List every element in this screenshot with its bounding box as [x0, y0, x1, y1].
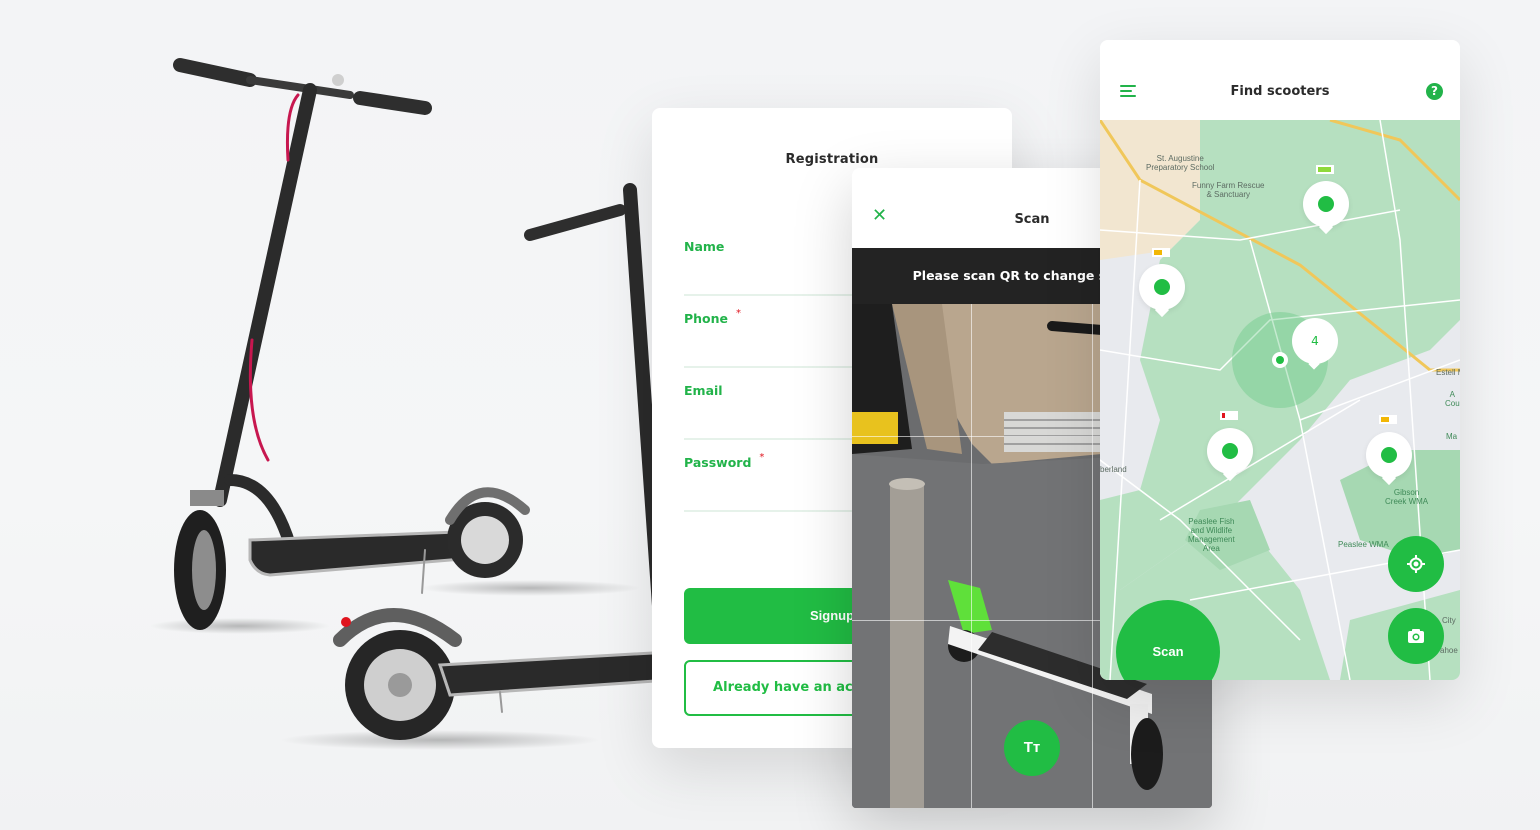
front-scooter: [173, 58, 530, 630]
required-marker: *: [759, 452, 765, 463]
scooter-map-pin[interactable]: [1303, 181, 1349, 227]
camera-button[interactable]: [1388, 608, 1444, 664]
scooter-dot: [1154, 279, 1170, 295]
map-place-label: St. Augustine Preparatory School: [1146, 154, 1215, 172]
scooter-dot: [1381, 447, 1397, 463]
map-place-label: Gibson Creek WMA: [1385, 488, 1429, 506]
registration-title: Registration: [785, 152, 879, 167]
map-place-label: Estell M: [1436, 368, 1460, 377]
enter-code-text-button[interactable]: Tт: [1004, 720, 1060, 776]
locate-target-icon: [1407, 555, 1425, 573]
scooter-shadow: [150, 618, 330, 634]
map-header: Find scooters ?: [1100, 40, 1460, 120]
map-place-label: Peaslee WMA: [1338, 540, 1389, 549]
battery-indicator: [1316, 165, 1334, 174]
scooter-map-pin[interactable]: [1366, 432, 1412, 478]
back-scooter: [333, 183, 670, 740]
scooter-shadow: [280, 730, 600, 750]
map-view[interactable]: St. Augustine Preparatory School Funny Fa…: [1100, 118, 1460, 680]
scan-grid-line: [971, 304, 972, 808]
scan-grid-line: [1092, 304, 1093, 808]
scooter-map-pin[interactable]: [1207, 428, 1253, 474]
battery-indicator: [1220, 411, 1238, 420]
user-location-marker: [1272, 352, 1288, 368]
map-place-label: City: [1442, 616, 1456, 625]
map-place-label: Funny Farm Rescue & Sanctuary: [1192, 181, 1265, 199]
scooter-cluster-marker[interactable]: 4: [1292, 318, 1338, 364]
scooter-dot: [1222, 443, 1238, 459]
map-place-label: A Cou: [1445, 390, 1460, 408]
battery-fill: [1222, 413, 1225, 418]
map-title: Find scooters: [1230, 84, 1330, 99]
showcase-stage: Registration Name Phone * Email Password *…: [0, 0, 1540, 830]
email-field-label: Email: [684, 383, 723, 398]
phone-field-label: Phone: [684, 311, 729, 326]
map-place-label: Peaslee Fish and Wildlife Management Area: [1188, 517, 1235, 553]
map-place-label: Ma: [1446, 432, 1458, 441]
scooter-shadow: [420, 580, 640, 596]
battery-fill: [1154, 250, 1162, 255]
camera-icon: [1408, 629, 1424, 643]
map-place-label: berland: [1100, 465, 1127, 474]
required-marker: *: [736, 308, 742, 319]
battery-indicator: [1379, 415, 1397, 424]
scooter-map-pin[interactable]: [1139, 264, 1185, 310]
battery-fill: [1318, 167, 1331, 172]
neighborhood-watch-sign: [852, 412, 898, 444]
name-field-label: Name: [684, 239, 725, 254]
scooter-illustration: [150, 58, 670, 750]
battery-indicator: [1152, 248, 1170, 257]
locate-me-button[interactable]: [1388, 536, 1444, 592]
battery-fill: [1381, 417, 1389, 422]
help-icon[interactable]: ?: [1426, 83, 1443, 100]
find-scooters-screen: Find scooters ? St. Augustine Preparator…: [1100, 40, 1460, 680]
password-field-label: Password: [684, 455, 752, 470]
scooter-dot: [1318, 196, 1334, 212]
